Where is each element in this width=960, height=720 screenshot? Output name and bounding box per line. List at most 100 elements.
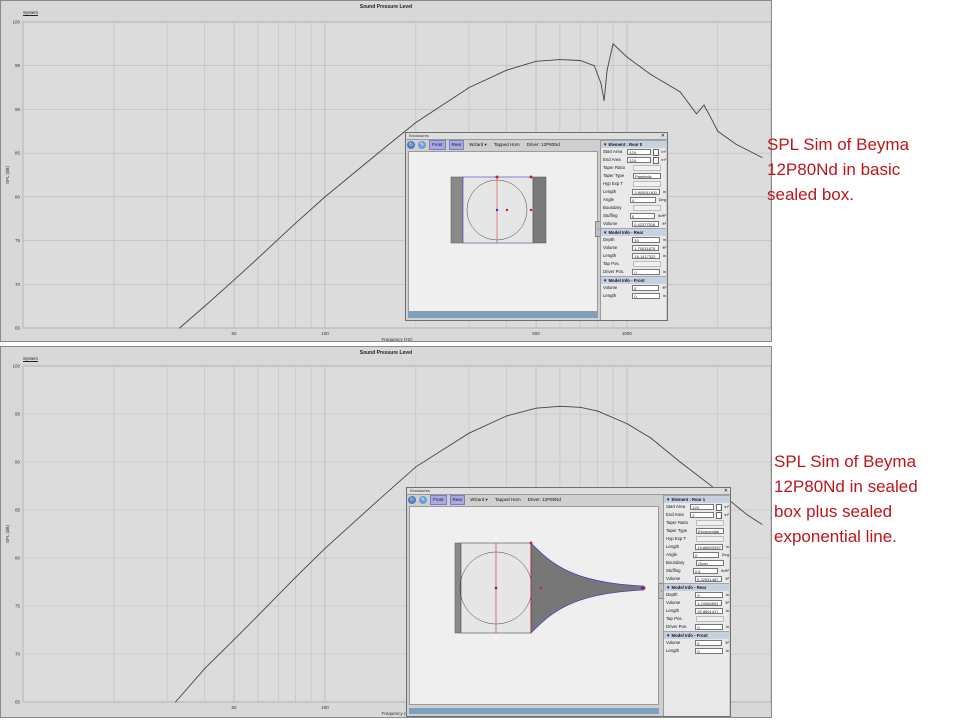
end-area-field[interactable]: 2 xyxy=(690,512,714,518)
depth-field[interactable]: 9 xyxy=(695,592,723,598)
length-field[interactable]: 0 xyxy=(632,293,660,299)
spl-data-point xyxy=(703,104,705,106)
prop-row-volume: Volume 0 ft³ xyxy=(664,639,729,647)
prop-row-volume: Volume 1.24366891 ft³ xyxy=(664,599,729,607)
hornbox-window[interactable]: Enclosures ✕ ↻ ✎ Front Rear Wizard ▾ Tap… xyxy=(405,132,668,321)
tap-pos-field[interactable] xyxy=(633,261,661,267)
spl-data-point xyxy=(603,100,605,102)
wizard-menu[interactable]: Wizard ▾ xyxy=(468,495,490,505)
boundary-field[interactable]: Open xyxy=(696,560,724,566)
hornbox-toolbar: ↻ ✎ Front Rear Wizard ▾ Tapped Horn Driv… xyxy=(407,140,562,150)
element-section-header[interactable]: ▼ Element : Rear 1 xyxy=(664,495,729,503)
start-area-field[interactable]: 120 xyxy=(690,504,714,510)
driver-label: Driver: 12P80Nd xyxy=(526,142,560,147)
y-tick-label: 95 xyxy=(15,412,21,417)
prop-unit: ft³ xyxy=(662,285,666,290)
length-field[interactable]: 16.1417322 xyxy=(632,253,660,259)
volume-field[interactable]: 0 xyxy=(695,640,723,646)
spl-data-point xyxy=(559,59,561,61)
refresh-icon[interactable]: ↻ xyxy=(408,496,416,504)
tapped-horn-button[interactable]: Tapped Horn xyxy=(493,495,523,505)
prop-label: Volume xyxy=(666,640,681,645)
enclosure-canvas[interactable] xyxy=(409,506,659,705)
element-section-header[interactable]: ▼ Element : Rear 0 xyxy=(601,140,666,148)
rear-section-header[interactable]: ▼ Model Info - Rear xyxy=(664,583,729,591)
spl-data-point xyxy=(593,65,595,67)
prop-row-volume: Volume 0 ft³ xyxy=(601,284,666,292)
angle-field[interactable]: 0 xyxy=(693,552,719,558)
spl-data-point xyxy=(506,415,508,417)
end-area-checkbox[interactable] xyxy=(715,511,722,519)
prop-unit: in² xyxy=(661,149,666,154)
taper-type-field[interactable]: Parabolic xyxy=(633,173,661,179)
caption-top: SPL Sim of Beyma 12P80Nd in basic sealed… xyxy=(767,135,910,204)
prop-row-length: Length 0 in xyxy=(601,292,666,300)
wizard-menu[interactable]: Wizard ▾ xyxy=(467,140,489,150)
hornbox-window[interactable]: Enclosures ✕ ↻ ✎ Front Rear Wizard ▾ Tap… xyxy=(406,487,731,717)
spl-data-point xyxy=(233,639,235,641)
prop-label: Taper Ratio xyxy=(603,165,625,170)
taper-type-field[interactable]: Exponential xyxy=(696,528,724,534)
length-field[interactable]: 32.8661417 xyxy=(695,608,723,614)
stuffing-field[interactable]: 0.5 xyxy=(692,568,719,574)
prop-label: Taper Type xyxy=(603,173,625,178)
taper-ratio-field[interactable] xyxy=(696,520,724,526)
length-field[interactable]: 19.68503937 xyxy=(695,544,723,550)
end-area-checkbox[interactable] xyxy=(652,156,659,164)
length-field[interactable]: 0 xyxy=(695,648,723,654)
refresh-icon[interactable]: ↻ xyxy=(407,141,415,149)
prop-row-boundary: Boundary xyxy=(601,204,666,212)
hyp-exp-t-field[interactable] xyxy=(633,181,661,187)
element-header-label: Element : Rear 1 xyxy=(671,497,706,502)
spl-data-point xyxy=(415,466,417,468)
volume-field[interactable]: 0.42377518 xyxy=(632,221,660,227)
rear-section-header[interactable]: ▼ Model Info - Rear xyxy=(601,228,666,236)
rear-button[interactable]: Rear xyxy=(449,495,466,505)
front-button[interactable]: Front xyxy=(429,140,446,150)
close-icon[interactable]: ✕ xyxy=(661,133,665,139)
front-button[interactable]: Front xyxy=(430,495,447,505)
length-field[interactable]: 3.905511811 xyxy=(632,189,660,195)
hornbox-toolbar: ↻ ✎ Front Rear Wizard ▾ Tapped Horn Driv… xyxy=(408,495,563,505)
enclosure-drawing xyxy=(454,541,646,634)
enclosure-canvas[interactable] xyxy=(408,151,598,312)
driver-pos-field[interactable]: 0 xyxy=(695,624,723,630)
spl-data-point xyxy=(735,143,737,145)
enclosure-drawing xyxy=(450,175,547,244)
spl-data-point xyxy=(377,152,379,154)
front-section-header[interactable]: ▼ Model Info - Front xyxy=(601,276,666,284)
start-area-field[interactable]: 124 xyxy=(627,149,651,155)
tap-pos-field[interactable] xyxy=(696,616,724,622)
tapped-horn-button[interactable]: Tapped Horn xyxy=(492,140,522,150)
volume-field[interactable]: 1.70031875 xyxy=(632,245,660,251)
volume-field[interactable]: 0.32531487 xyxy=(695,576,723,582)
prop-row-start-area: Start Area 124 in² xyxy=(601,148,666,156)
start-area-checkbox[interactable] xyxy=(715,503,722,511)
front-header-label: Model Info - Front xyxy=(671,633,708,638)
depth-field[interactable]: 10 xyxy=(632,237,660,243)
prop-unit: ft³ xyxy=(725,576,729,581)
driver-pos-field[interactable]: 0 xyxy=(632,269,660,275)
spl-data-point xyxy=(179,327,181,329)
boundary-field[interactable] xyxy=(633,205,661,211)
volume-field[interactable]: 0 xyxy=(632,285,660,291)
prop-unit: in xyxy=(662,189,666,194)
y-tick-label: 75 xyxy=(15,238,21,243)
prop-label: Taper Type xyxy=(666,528,688,533)
angle-field[interactable]: 0 xyxy=(630,197,656,203)
wrench-icon[interactable]: ✎ xyxy=(418,141,426,149)
start-area-checkbox[interactable] xyxy=(652,148,659,156)
stuffing-field[interactable]: 0 xyxy=(629,213,656,219)
prop-row-start-area: Start Area 120 in² xyxy=(664,503,729,511)
rear-button[interactable]: Rear xyxy=(448,140,465,150)
prop-label: Length xyxy=(666,648,680,653)
front-section-header[interactable]: ▼ Model Info - Front xyxy=(664,631,729,639)
end-area-field[interactable]: 124 xyxy=(627,157,651,163)
taper-ratio-field[interactable] xyxy=(633,165,661,171)
volume-field[interactable]: 1.24366891 xyxy=(695,600,723,606)
front-header-label: Model Info - Front xyxy=(608,278,645,283)
hyp-exp-t-field[interactable] xyxy=(696,536,724,542)
wrench-icon[interactable]: ✎ xyxy=(419,496,427,504)
close-icon[interactable]: ✕ xyxy=(724,488,728,494)
properties-panel: ▼ Element : Rear 0 Start Area 124 in² End A… xyxy=(600,140,666,320)
